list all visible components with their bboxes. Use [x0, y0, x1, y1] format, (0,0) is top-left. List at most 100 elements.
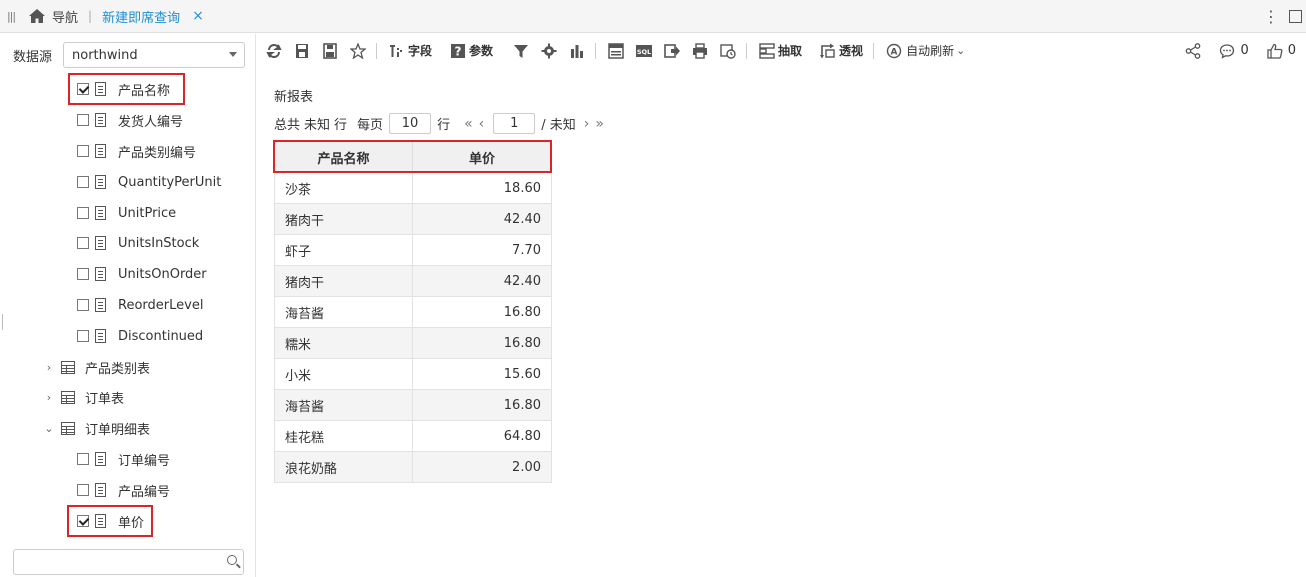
toolbar-divider [746, 42, 748, 59]
table-row: 海苔酱 16.80 [274, 389, 552, 421]
refresh-button[interactable] [266, 43, 282, 59]
page-number-input[interactable]: 1 [493, 113, 536, 134]
tree-item[interactable]: UnitPrice [77, 202, 176, 224]
tree-item[interactable]: QuantityPerUnit [77, 171, 221, 193]
checkbox[interactable] [77, 484, 89, 496]
chevron-right-icon[interactable]: › [43, 391, 55, 404]
table-cell: 7.70 [412, 234, 552, 266]
pivot-button[interactable]: 透视 [820, 42, 863, 59]
tree-item[interactable]: 发货人编号 [77, 109, 183, 131]
tree-item[interactable]: 单价 [77, 510, 144, 532]
print-button[interactable] [692, 42, 708, 59]
tree-item-label: 产品编号 [118, 484, 171, 500]
tree-item[interactable]: Discontinued [77, 325, 203, 347]
schedule-button[interactable] [720, 43, 736, 59]
checkbox[interactable] [77, 268, 89, 280]
field-icon [95, 82, 106, 96]
table-row: 猪肉干 42.40 [274, 265, 552, 297]
checkbox[interactable] [77, 299, 89, 311]
maximize-icon[interactable] [1289, 10, 1302, 23]
checkbox[interactable] [77, 515, 89, 527]
layout-button[interactable] [608, 42, 624, 59]
checkbox[interactable] [77, 176, 89, 188]
extract-icon [759, 42, 775, 59]
svg-text:SQL: SQL [637, 48, 651, 56]
tree-item[interactable]: 产品名称 [77, 78, 170, 100]
save-button[interactable] [294, 43, 310, 59]
report-area: 新报表 [274, 86, 313, 105]
params-icon: ? [451, 43, 466, 58]
chevron-right-icon[interactable]: › [43, 361, 55, 374]
per-page-input[interactable]: 10 [389, 113, 432, 134]
layout-icon [608, 42, 624, 59]
print-icon [693, 42, 708, 59]
checkbox[interactable] [77, 83, 89, 95]
tree-item[interactable]: 产品编号 [77, 479, 170, 501]
fields-label: 字段 [408, 44, 433, 58]
table-cell: 糯米 [274, 327, 413, 359]
next-page-icon[interactable]: › [584, 116, 590, 132]
share-button[interactable] [1185, 42, 1201, 59]
chart-button[interactable] [569, 43, 585, 59]
extract-button[interactable]: 抽取 [759, 42, 802, 59]
params-button[interactable]: ? 参数 [450, 42, 493, 59]
checkbox[interactable] [77, 114, 89, 126]
more-menu-icon[interactable]: ⋮ [1261, 7, 1281, 26]
checkbox[interactable] [77, 237, 89, 249]
chevron-down-icon[interactable]: ⌄ [43, 422, 55, 435]
resize-handle[interactable] [2, 314, 3, 330]
checkbox[interactable] [77, 330, 89, 342]
settings-button[interactable] [541, 43, 557, 59]
field-icon [95, 144, 106, 158]
nav-tab[interactable]: 导航 [52, 7, 78, 26]
column-header[interactable]: 产品名称 [274, 141, 413, 173]
checkbox[interactable] [77, 453, 89, 465]
sql-button[interactable]: SQL [636, 43, 653, 59]
export-button[interactable] [664, 43, 681, 59]
tab-new-adhoc-query[interactable]: 新建即席查询 [102, 7, 180, 26]
fields-button[interactable]: 字段 [389, 42, 432, 59]
tree-item[interactable]: UnitsInStock [77, 232, 199, 254]
table-cell: 猪肉干 [274, 265, 413, 297]
tree-node[interactable]: ⌄ 订单明细表 [43, 417, 150, 439]
auto-refresh-button[interactable]: A 自动刷新 ⌄ [886, 42, 965, 59]
toolbar-divider [595, 42, 597, 59]
datasource-row: 数据源 northwind [13, 42, 245, 68]
tree-item[interactable]: 产品类别编号 [77, 140, 196, 162]
tree-item-label: 单价 [118, 515, 145, 531]
field-icon [95, 298, 106, 312]
refresh-icon [266, 43, 282, 58]
tree-item[interactable]: UnitsOnOrder [77, 263, 207, 285]
table-icon [61, 360, 75, 374]
table-cell: 浪花奶酪 [274, 451, 413, 483]
datasource-value: northwind [72, 47, 138, 63]
checkbox[interactable] [77, 207, 89, 219]
checkbox[interactable] [77, 145, 89, 157]
close-icon[interactable]: × [192, 8, 204, 24]
like-button[interactable]: 0 [1267, 43, 1296, 59]
grip-icon[interactable]: ||| [0, 10, 22, 23]
save-as-button[interactable] [322, 42, 338, 59]
tree-item[interactable]: ReorderLevel [77, 294, 203, 316]
star-icon [350, 42, 366, 59]
filter-button[interactable] [513, 43, 529, 59]
field-search-input[interactable] [13, 549, 244, 575]
home-icon[interactable] [28, 8, 46, 24]
column-header[interactable]: 单价 [412, 141, 552, 173]
datasource-select[interactable]: northwind [63, 42, 245, 68]
prev-page-icon[interactable]: ‹ [479, 116, 485, 132]
favorite-button[interactable] [350, 42, 366, 59]
thumbs-up-icon [1267, 43, 1283, 59]
tree-node[interactable]: › 订单表 [43, 386, 124, 408]
tree-node[interactable]: › 产品类别表 [43, 356, 150, 378]
bar-chart-icon [571, 44, 584, 58]
field-icon [95, 267, 106, 281]
last-page-icon[interactable]: » [595, 116, 604, 132]
toolbar-divider [873, 42, 875, 59]
search-icon[interactable] [227, 555, 237, 565]
comment-button[interactable]: 0 [1219, 43, 1249, 59]
sql-icon: SQL [636, 44, 653, 57]
field-icon [95, 236, 106, 250]
tree-item[interactable]: 订单编号 [77, 448, 170, 470]
first-page-icon[interactable]: « [464, 116, 473, 132]
